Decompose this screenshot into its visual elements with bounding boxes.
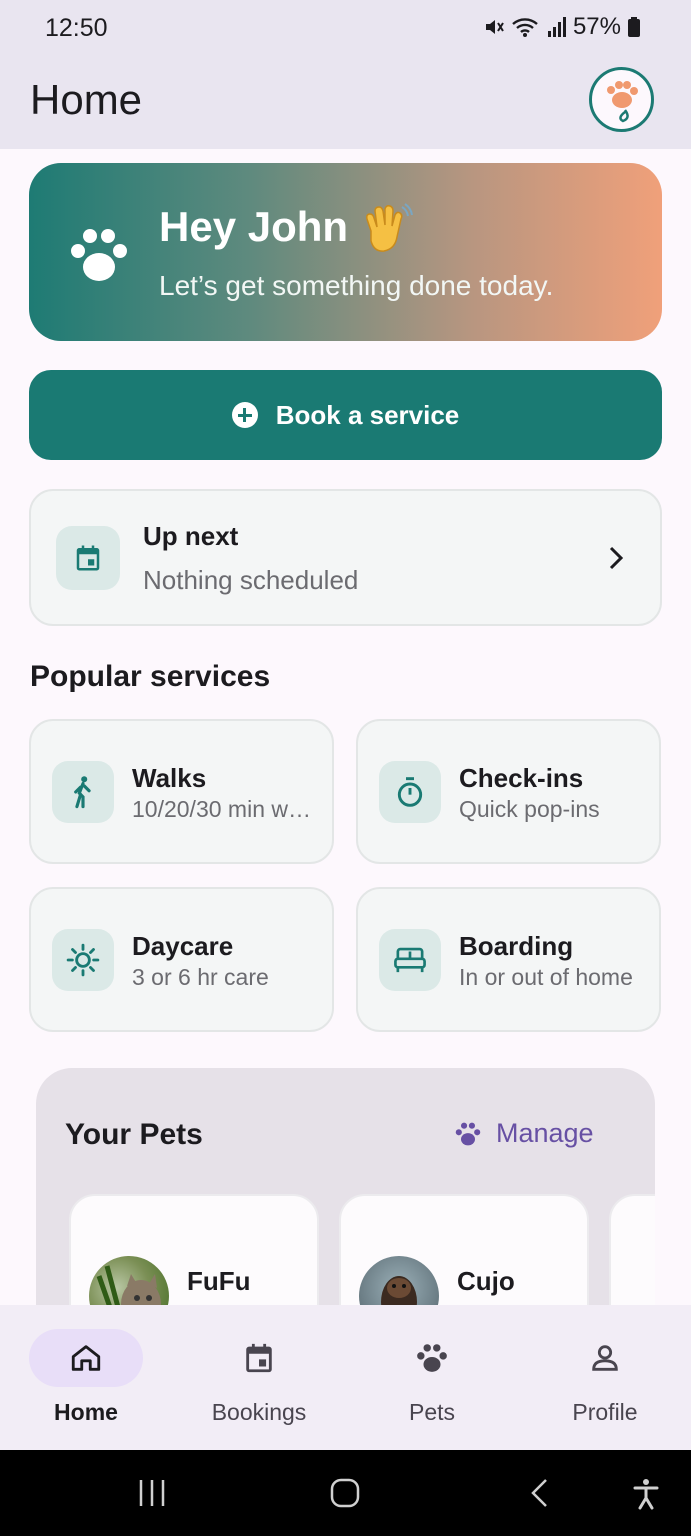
manage-label: Manage	[496, 1118, 594, 1148]
nav-active-indicator	[29, 1329, 143, 1387]
nav-label: Pets	[408, 1399, 456, 1425]
app-logo-icon[interactable]	[589, 67, 654, 132]
waving-hand-icon	[366, 203, 413, 252]
app-bar: Home	[0, 56, 691, 149]
nav-icon-container	[548, 1329, 662, 1387]
pet-name: Cujo	[457, 1266, 515, 1296]
greeting-subtitle: Let’s get something done today.	[159, 270, 554, 301]
greeting-title: Hey John	[159, 203, 349, 250]
nav-profile[interactable]: Profile	[519, 1305, 691, 1450]
page-title: Home	[30, 76, 143, 123]
bed-icon	[394, 947, 426, 973]
timer-icon	[397, 777, 423, 807]
nav-label: Profile	[572, 1399, 638, 1425]
service-title: Check-ins	[459, 763, 584, 793]
pet-name: FuFu	[187, 1266, 251, 1296]
add-circle-icon	[231, 402, 258, 428]
service-card-walks[interactable]: Walks 10/20/30 min walks	[29, 719, 334, 864]
sun-icon	[66, 943, 100, 977]
up-next-card[interactable]: Up next Nothing scheduled	[29, 489, 662, 626]
service-subtitle: In or out of home	[459, 964, 633, 990]
up-next-icon-tile	[56, 526, 120, 590]
service-card-daycare[interactable]: Daycare 3 or 6 hr care	[29, 887, 334, 1032]
accessibility-icon[interactable]	[632, 1478, 660, 1510]
calendar-icon	[76, 545, 100, 571]
up-next-title: Up next	[143, 521, 239, 551]
up-next-subtitle: Nothing scheduled	[143, 565, 359, 595]
service-icon-tile	[379, 761, 441, 823]
service-icon-tile	[379, 929, 441, 991]
status-icons: 57%	[483, 13, 641, 41]
your-pets-heading: Your Pets	[65, 1118, 203, 1151]
nav-label: Bookings	[211, 1399, 307, 1425]
service-icon-tile	[52, 761, 114, 823]
service-card-check-ins[interactable]: Check-ins Quick pop-ins	[356, 719, 661, 864]
walk-icon	[74, 776, 91, 809]
service-title: Daycare	[132, 931, 234, 961]
calendar-icon	[246, 1343, 272, 1373]
status-time: 12:50	[45, 14, 108, 42]
chevron-right-icon	[609, 546, 624, 570]
battery-percent: 57%	[572, 13, 621, 40]
nav-home[interactable]: Home	[0, 1305, 172, 1450]
nav-pets[interactable]: Pets	[346, 1305, 518, 1450]
service-subtitle: Quick pop-ins	[459, 796, 600, 822]
manage-pets-button[interactable]: Manage	[454, 1118, 594, 1149]
system-navigation-bar	[0, 1450, 691, 1536]
service-title: Boarding	[459, 931, 574, 961]
service-card-boarding[interactable]: Boarding In or out of home	[356, 887, 661, 1032]
greeting-banner: Hey John Let’s get something done today.	[29, 163, 662, 341]
person-icon	[592, 1345, 618, 1371]
nav-bookings[interactable]: Bookings	[173, 1305, 345, 1450]
bottom-navigation: Home Bookings Pets Profile	[0, 1305, 691, 1450]
paw-icon	[417, 1344, 447, 1372]
nav-label: Home	[54, 1399, 118, 1425]
service-icon-tile	[52, 929, 114, 991]
paw-icon	[71, 229, 127, 281]
nav-icon-container	[375, 1329, 489, 1387]
back-icon[interactable]	[528, 1478, 550, 1508]
status-bar: 12:50 57%	[0, 0, 691, 56]
popular-services-heading: Popular services	[30, 660, 271, 693]
book-service-button[interactable]: Book a service	[29, 370, 662, 460]
service-title: Walks	[132, 763, 207, 793]
mute-icon	[485, 20, 504, 34]
home-button-icon[interactable]	[330, 1478, 360, 1508]
home-icon	[71, 1345, 101, 1371]
service-subtitle: 3 or 6 hr care	[132, 964, 269, 990]
paw-icon	[455, 1122, 481, 1145]
nav-icon-container	[202, 1329, 316, 1387]
battery-icon	[628, 17, 640, 37]
your-pets-panel: Your Pets Manage FuFu Cujo	[36, 1068, 655, 1328]
book-service-label: Book a service	[275, 399, 460, 430]
wifi-icon	[512, 18, 538, 37]
service-subtitle: 10/20/30 min walks	[132, 796, 312, 822]
recent-apps-icon[interactable]	[138, 1478, 166, 1508]
signal-icon	[547, 17, 566, 37]
